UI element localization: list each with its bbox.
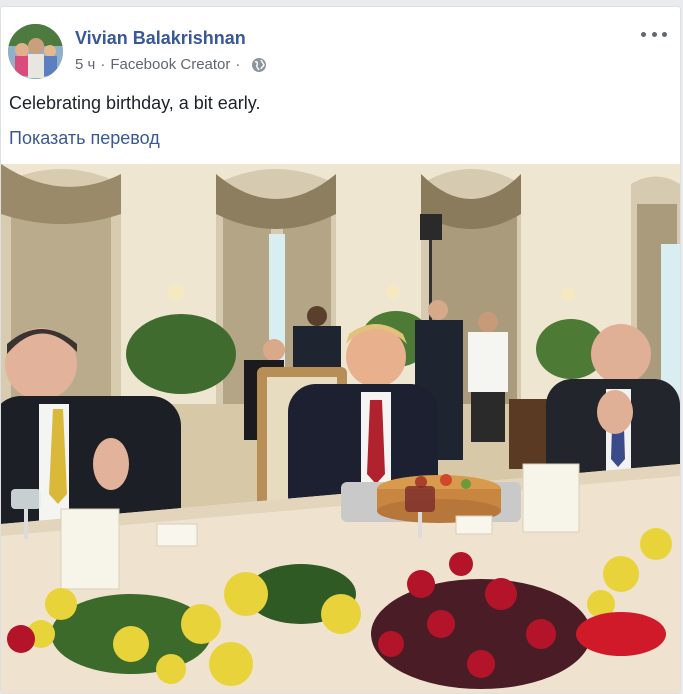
author-avatar[interactable] (8, 24, 63, 79)
author-role: Facebook Creator (110, 56, 231, 73)
post-meta: 5 ч · Facebook Creator · (75, 56, 267, 73)
avatar-image (8, 24, 63, 79)
author-name[interactable]: Vivian Balakrishnan (75, 28, 246, 49)
meta-separator-2: · (235, 56, 241, 73)
post-header: Vivian Balakrishnan 5 ч · Facebook Creat… (1, 7, 680, 87)
post-time[interactable]: 5 ч (75, 56, 95, 73)
meta-separator: · (100, 56, 106, 73)
globe-icon[interactable] (251, 57, 267, 73)
post-photo[interactable] (1, 164, 680, 693)
show-translation-link[interactable]: Показать перевод (9, 128, 160, 149)
more-options-icon[interactable] (641, 24, 667, 44)
post-text: Celebrating birthday, a bit early. (9, 93, 261, 113)
post-card: Vivian Balakrishnan 5 ч · Facebook Creat… (0, 6, 681, 694)
